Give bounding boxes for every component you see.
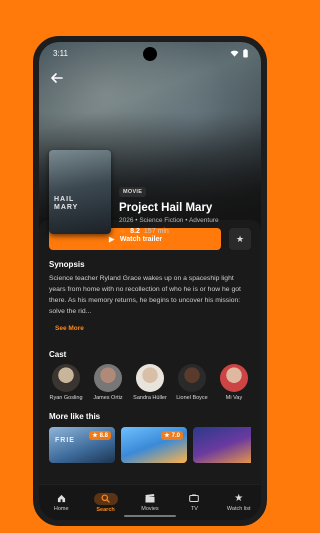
wifi-icon: [230, 50, 239, 57]
cast-name: Lionel Boyce: [176, 395, 208, 401]
movie-title: Project Hail Mary: [119, 202, 213, 214]
star-icon: ★: [235, 233, 245, 244]
cast-name: Sandra Hüller: [133, 395, 167, 401]
nav-label: Watch list: [226, 506, 251, 512]
home-indicator: [124, 515, 176, 517]
front-camera: [143, 47, 157, 61]
movie-info: MOVIE Project Hail Mary 2026 • Science F…: [119, 180, 219, 236]
nav-label: Home: [53, 506, 69, 512]
arrow-left-icon: [51, 73, 63, 83]
nav-label: Movies: [141, 506, 159, 512]
star-icon: ★: [92, 433, 98, 439]
clapperboard-icon: [139, 493, 161, 504]
tv-icon: [183, 493, 205, 504]
home-icon: [50, 493, 72, 504]
card-title: FRIE: [55, 437, 75, 444]
avatar: [94, 364, 122, 392]
nav-home[interactable]: Home: [43, 493, 79, 512]
card-rating: 8.8: [99, 432, 108, 439]
card-rating-badge: ★ 7.0: [161, 431, 183, 440]
avatar: [178, 364, 206, 392]
battery-icon: [243, 48, 248, 58]
favorite-button[interactable]: ★: [229, 228, 251, 250]
cast-member[interactable]: Lionel Boyce: [175, 364, 209, 402]
nav-movies[interactable]: Movies: [132, 493, 168, 512]
cast-member[interactable]: Ryan Gosling: [49, 364, 83, 402]
search-icon: [93, 492, 118, 505]
status-time: 3:11: [53, 48, 68, 58]
details-sheet: Watch trailer ★ Synopsis Science teacher…: [39, 220, 261, 520]
synopsis-text: Science teacher Ryland Grace wakes up on…: [49, 275, 241, 315]
nav-tv[interactable]: TV: [176, 493, 212, 512]
cast-list: Ryan Gosling James Ortiz Sandra Hüller L…: [49, 364, 251, 402]
synopsis-heading: Synopsis: [49, 260, 85, 269]
avatar: [52, 364, 80, 392]
cast-member[interactable]: James Ortiz: [91, 364, 125, 402]
recommendation-card[interactable]: FRIE ★ 8.8: [49, 427, 115, 463]
cast-heading: Cast: [49, 350, 67, 359]
watch-trailer-label: Watch trailer: [119, 235, 163, 243]
phone-frame: 3:11 HAIL MARY MOVIE Project Hail Mary 2…: [33, 36, 267, 526]
card-rating-badge: ★ 8.8: [89, 431, 111, 440]
more-like-this-heading: More like this: [49, 412, 101, 421]
recommendation-card[interactable]: ★ 7.0: [121, 427, 187, 463]
cast-member[interactable]: Sandra Hüller: [133, 364, 167, 402]
cast-name: Mi Vay: [225, 395, 243, 401]
cast-name: Ryan Gosling: [49, 395, 83, 401]
star-icon: ★: [119, 227, 127, 236]
rating-row: ★ 8.2 157 min: [119, 227, 219, 236]
play-icon: [108, 235, 115, 243]
movie-detail-screen: 3:11 HAIL MARY MOVIE Project Hail Mary 2…: [39, 42, 261, 520]
card-rating: 7.0: [171, 432, 180, 439]
star-icon: ★: [164, 433, 170, 439]
type-chip: MOVIE: [119, 187, 147, 197]
movie-meta: 2026 • Science Fiction • Adventure: [119, 217, 219, 224]
nav-watch-list[interactable]: ★ Watch list: [221, 493, 257, 512]
rating-value: 8.2: [130, 228, 140, 235]
star-icon: ★: [234, 493, 244, 504]
cast-name: James Ortiz: [93, 395, 123, 401]
runtime: 157 min: [143, 228, 169, 235]
status-icons: [230, 48, 249, 58]
avatar: [136, 364, 164, 392]
avatar: [220, 364, 248, 392]
nav-label: Search: [96, 506, 115, 513]
recommendation-card[interactable]: [193, 427, 251, 463]
cast-member[interactable]: Mi Vay: [217, 364, 251, 402]
nav-label: TV: [190, 506, 198, 512]
nav-search[interactable]: Search: [88, 492, 124, 513]
back-button[interactable]: [49, 70, 65, 86]
see-more-link[interactable]: See More: [55, 325, 251, 332]
poster-title: HAIL MARY: [54, 196, 79, 211]
movie-poster: HAIL MARY: [49, 150, 111, 234]
recommendations-list: FRIE ★ 8.8 ★ 7.0: [49, 427, 251, 463]
